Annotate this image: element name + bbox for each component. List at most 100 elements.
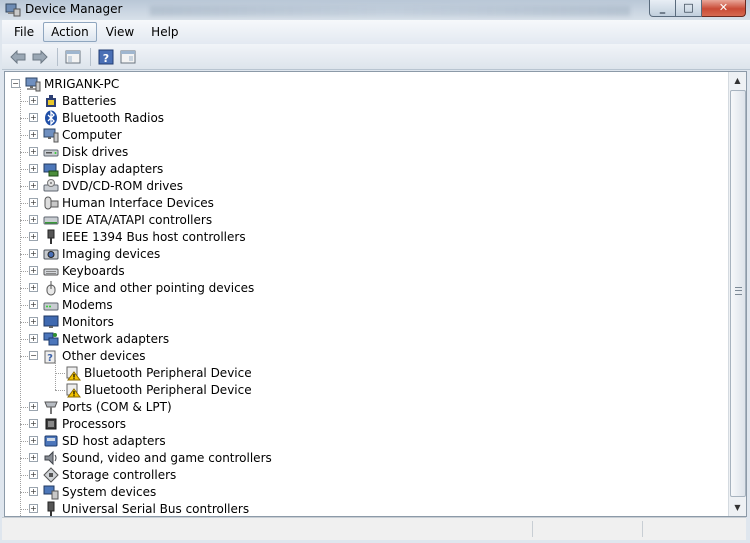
expand-toggle[interactable]: + — [29, 215, 38, 224]
tree-item-label: IDE ATA/ATAPI controllers — [62, 212, 213, 227]
menu-file[interactable]: File — [6, 22, 42, 42]
tree-category-display-adapters[interactable]: + Display adapters — [29, 160, 163, 177]
device-tree-pane[interactable]: − MRIGANK-PC + Batteries + Bluetooth Radios… — [4, 71, 747, 517]
tree-category-sd-host-adapters[interactable]: + SD host adapters — [29, 432, 166, 449]
tree-category-universal-serial-bus-controllers[interactable]: + Universal Serial Bus controllers — [29, 500, 249, 517]
tree-category-keyboards[interactable]: + Keyboards — [29, 262, 125, 279]
tree-category-ports-com-lpt[interactable]: + Ports (COM & LPT) — [29, 398, 172, 415]
keyboard-icon — [43, 263, 59, 279]
toolbar: ? — [2, 44, 750, 70]
tree-category-system-devices[interactable]: + System devices — [29, 483, 156, 500]
tree-category-ide-ata-atapi-controllers[interactable]: + IDE ATA/ATAPI controllers — [29, 211, 212, 228]
tree-item-label: SD host adapters — [62, 433, 166, 448]
disk-drive-icon — [43, 144, 59, 160]
maximize-button[interactable]: □ — [676, 0, 702, 17]
tree-category-bluetooth-radios[interactable]: + Bluetooth Radios — [29, 109, 164, 126]
scroll-down-arrow-icon[interactable]: ▼ — [729, 499, 746, 516]
expand-toggle[interactable]: + — [29, 130, 38, 139]
tree-category-other-devices[interactable]: −? Other devices — [29, 347, 146, 364]
help-button[interactable]: ? — [96, 47, 116, 67]
properties-button[interactable] — [118, 47, 138, 67]
tree-device-bluetooth-peripheral-device[interactable]: Bluetooth Peripheral Device — [65, 381, 252, 398]
expand-toggle[interactable]: + — [29, 232, 38, 241]
expand-toggle[interactable]: + — [29, 96, 38, 105]
expand-toggle[interactable]: + — [29, 317, 38, 326]
tree-category-disk-drives[interactable]: + Disk drives — [29, 143, 128, 160]
tree-item-label: Disk drives — [62, 144, 129, 159]
unknown-device-icon: ? — [43, 348, 59, 364]
expand-toggle[interactable]: + — [29, 164, 38, 173]
scrollbar-thumb[interactable] — [730, 90, 746, 497]
tree-root-label: MRIGANK-PC — [44, 76, 120, 91]
expand-toggle[interactable]: + — [29, 504, 38, 513]
help-icon: ? — [98, 49, 114, 65]
tree-category-human-interface-devices[interactable]: + Human Interface Devices — [29, 194, 214, 211]
collapse-toggle[interactable]: − — [11, 79, 20, 88]
forward-button[interactable] — [30, 47, 50, 67]
expand-toggle[interactable]: + — [29, 334, 38, 343]
scroll-up-arrow-icon[interactable]: ▲ — [729, 72, 746, 89]
bluetooth-icon — [43, 109, 59, 126]
tree-category-modems[interactable]: + Modems — [29, 296, 113, 313]
expand-toggle[interactable]: + — [29, 436, 38, 445]
expand-toggle[interactable]: + — [29, 249, 38, 258]
tree-item-label: Computer — [62, 127, 122, 142]
close-button[interactable]: ✕ — [702, 0, 746, 17]
expand-toggle[interactable]: + — [29, 147, 38, 156]
tree-item-label: Display adapters — [62, 161, 164, 176]
warning-device-icon — [65, 382, 81, 398]
tree-item-label: Other devices — [62, 348, 146, 363]
expand-toggle[interactable]: + — [29, 470, 38, 479]
expand-toggle[interactable]: + — [29, 181, 38, 190]
tree-device-bluetooth-peripheral-device[interactable]: Bluetooth Peripheral Device — [65, 364, 252, 381]
tree-root[interactable]: − MRIGANK-PC — [11, 75, 119, 92]
expand-toggle[interactable]: + — [29, 283, 38, 292]
tree-category-imaging-devices[interactable]: + Imaging devices — [29, 245, 160, 262]
expand-toggle[interactable]: + — [29, 487, 38, 496]
tree-item-label: Human Interface Devices — [62, 195, 214, 210]
network-adapter-icon — [43, 331, 59, 347]
tree-category-batteries[interactable]: + Batteries — [29, 92, 116, 109]
expand-toggle[interactable]: + — [29, 402, 38, 411]
storage-controller-icon — [43, 466, 59, 483]
expand-toggle[interactable]: + — [29, 113, 38, 122]
back-button[interactable] — [8, 47, 28, 67]
tree-item-label: Modems — [62, 297, 113, 312]
tree-category-mice-and-other-pointing-devices[interactable]: + Mice and other pointing devices — [29, 279, 254, 296]
window-title: Device Manager — [25, 2, 123, 16]
menu-action[interactable]: Action — [43, 22, 97, 42]
expand-toggle[interactable]: + — [29, 266, 38, 275]
expand-toggle[interactable]: + — [29, 453, 38, 462]
show-hide-console-tree-button[interactable] — [63, 47, 83, 67]
tree-category-dvd-cd-rom-drives[interactable]: + DVD/CD-ROM drives — [29, 177, 183, 194]
tree-category-monitors[interactable]: + Monitors — [29, 313, 114, 330]
tree-category-sound-video-and-game-controllers[interactable]: + Sound, video and game controllers — [29, 449, 272, 466]
vertical-scrollbar[interactable]: ▲ ▼ — [728, 72, 746, 516]
usb-icon — [43, 501, 59, 517]
ide-controller-icon — [43, 212, 59, 228]
tree-item-label: Bluetooth Peripheral Device — [84, 365, 252, 380]
tree-category-processors[interactable]: + Processors — [29, 415, 126, 432]
tree-item-label: Processors — [62, 416, 127, 431]
computer-icon — [25, 76, 41, 92]
expand-toggle[interactable]: + — [29, 198, 38, 207]
tree-item-label: Bluetooth Radios — [62, 110, 165, 125]
tree-category-ieee-1394-bus-host-controllers[interactable]: + IEEE 1394 Bus host controllers — [29, 228, 246, 245]
tree-category-network-adapters[interactable]: + Network adapters — [29, 330, 169, 347]
properties-icon — [120, 50, 136, 63]
tree-item-label: Imaging devices — [62, 246, 161, 261]
close-icon: ✕ — [718, 1, 729, 14]
expand-toggle[interactable]: + — [29, 419, 38, 428]
tree-category-storage-controllers[interactable]: + Storage controllers — [29, 466, 176, 483]
hid-icon — [43, 195, 59, 211]
port-icon — [43, 399, 59, 415]
collapse-toggle[interactable]: − — [29, 351, 38, 360]
computer-icon — [43, 127, 59, 143]
mouse-icon — [43, 280, 59, 296]
tree-item-label: Ports (COM & LPT) — [62, 399, 172, 414]
tree-category-computer[interactable]: + Computer — [29, 126, 122, 143]
minimize-button[interactable]: _ — [649, 0, 676, 17]
menu-view[interactable]: View — [98, 22, 142, 42]
expand-toggle[interactable]: + — [29, 300, 38, 309]
menu-help[interactable]: Help — [143, 22, 186, 42]
